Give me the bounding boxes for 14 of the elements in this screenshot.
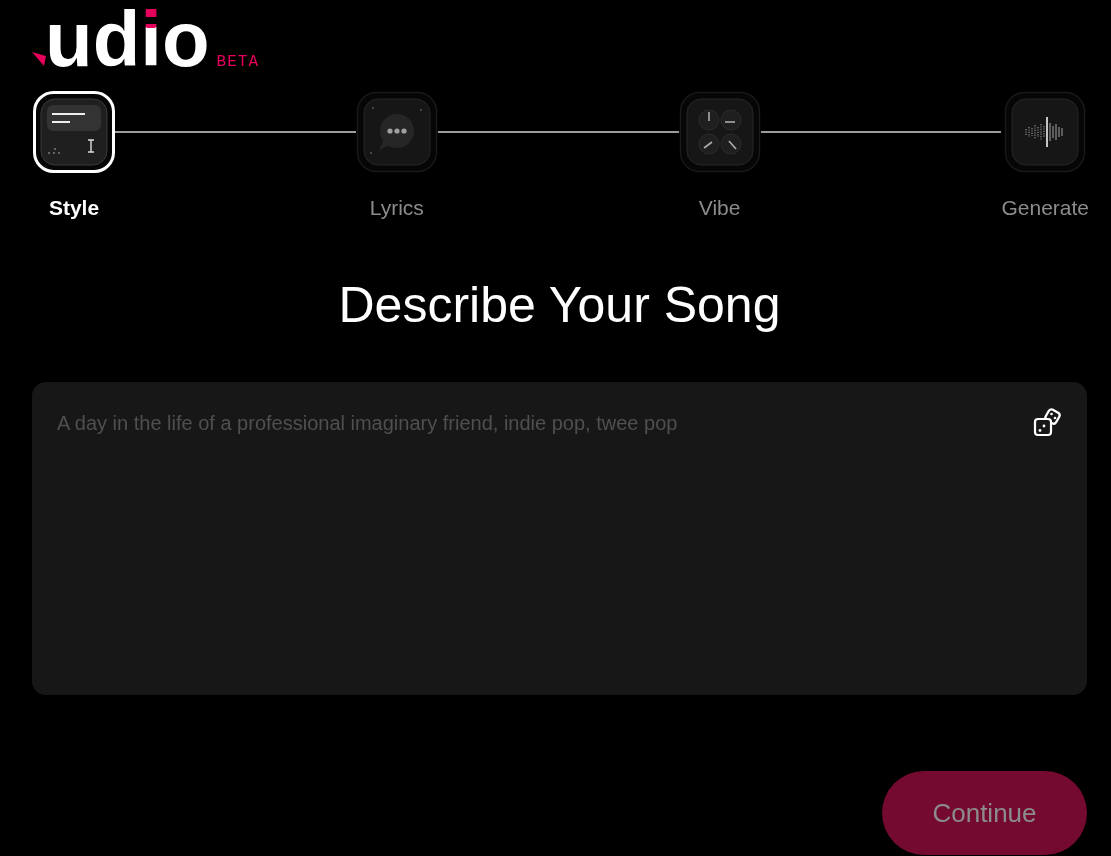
chat-bubble-icon [355, 91, 438, 173]
step-tab[interactable]: Style [33, 91, 115, 220]
beta-label: BETA [216, 53, 259, 71]
song-description-field[interactable]: A day in the life of a professional imaginary friend, indie pop, twee pop [32, 382, 1087, 695]
page-heading: Describe Your Song [337, 276, 782, 335]
step-tab[interactable]: Generate [1001, 91, 1089, 220]
dice-icon [1033, 407, 1063, 437]
waveform-icon [1004, 91, 1087, 173]
triangle-icon [32, 52, 46, 66]
step-tab[interactable]: Lyrics [355, 91, 438, 220]
dice-button[interactable] [1033, 407, 1063, 437]
step-tab[interactable]: Vibe [678, 91, 761, 220]
knobs-icon [678, 91, 761, 173]
text-card-icon [33, 91, 115, 173]
